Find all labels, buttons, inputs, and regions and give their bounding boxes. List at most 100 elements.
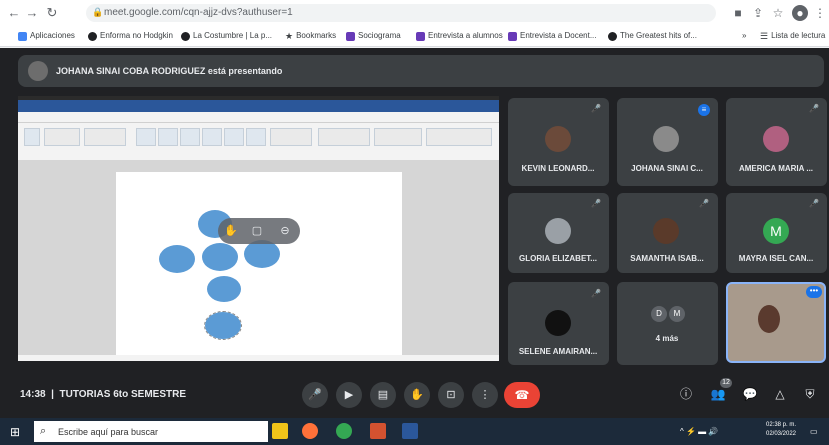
- reload-icon[interactable]: ↻: [44, 5, 60, 21]
- leave-call-button[interactable]: ☎: [504, 382, 540, 408]
- ellipse-shape: [244, 240, 280, 268]
- presenting-text: JOHANA SINAI COBA RODRIGUEZ está present…: [56, 66, 283, 76]
- host-controls-icon[interactable]: ⛨: [800, 384, 820, 404]
- ellipse-shape: [207, 276, 241, 302]
- presenter-avatar: [28, 61, 48, 81]
- participant-count-badge: 12: [720, 378, 732, 388]
- ribbon-tool: [318, 128, 370, 146]
- bookmark-apps[interactable]: Aplicaciones: [18, 29, 75, 43]
- raise-hand-button[interactable]: ✋: [404, 382, 430, 408]
- globe-icon: [608, 31, 617, 41]
- ellipse-shape-selected: [204, 311, 242, 340]
- participant-name: MAYRA ISEL CAN...: [738, 254, 814, 263]
- word-status-bar: [18, 355, 499, 361]
- shape-style: [180, 128, 200, 146]
- bookmark-item[interactable]: ★ Bookmarks: [285, 29, 336, 43]
- globe-icon: [88, 31, 97, 41]
- mic-off-icon: 🎤: [591, 104, 601, 113]
- file-explorer-icon[interactable]: [272, 423, 288, 439]
- ribbon-tool: [270, 128, 312, 146]
- participant-avatar: [545, 218, 571, 244]
- microphone-button[interactable]: 🎤: [302, 382, 328, 408]
- activities-icon[interactable]: △: [770, 384, 790, 404]
- info-icon[interactable]: ⓘ: [676, 384, 696, 404]
- more-participants-tile[interactable]: [617, 282, 718, 365]
- participant-name: SAMANTHA ISAB...: [630, 254, 704, 263]
- more-options-button[interactable]: ⋮: [472, 382, 498, 408]
- ribbon-tool: [24, 128, 40, 146]
- form-icon: [508, 31, 517, 41]
- self-avatar: [758, 305, 780, 333]
- participant-name: AMERICA MARIA ...: [738, 164, 814, 173]
- mic-off-icon: 🎤: [591, 199, 601, 208]
- system-tray-icons[interactable]: ^ ⚡ ▬ 🔊: [680, 426, 718, 438]
- chrome-icon[interactable]: [336, 423, 352, 439]
- back-icon[interactable]: ←: [6, 5, 22, 21]
- star-icon[interactable]: ☆: [770, 5, 786, 21]
- participant-name: JOHANA SINAI C...: [631, 164, 703, 173]
- more-menu-icon[interactable]: ⋮: [812, 5, 828, 21]
- mic-off-icon: 🎤: [809, 199, 819, 208]
- more-participants-label: 4 más: [655, 334, 679, 343]
- list-icon: ☰: [760, 31, 769, 41]
- windows-start-icon[interactable]: ⊞: [10, 425, 24, 439]
- word-ribbon-tabs: [18, 112, 499, 123]
- powerpoint-icon[interactable]: [370, 423, 386, 439]
- present-button[interactable]: ⊡: [438, 382, 464, 408]
- chevron-icon[interactable]: »: [742, 29, 746, 43]
- shape-style: [246, 128, 266, 146]
- globe-icon: [181, 31, 190, 41]
- participant-name: GLORIA ELIZABET...: [519, 254, 597, 263]
- share-icon[interactable]: ⇪: [750, 5, 766, 21]
- more-options-icon[interactable]: •••: [806, 286, 822, 298]
- pin-icon[interactable]: ✋: [222, 222, 240, 240]
- mic-off-icon: 🎤: [809, 104, 819, 113]
- captions-button[interactable]: ▤: [370, 382, 396, 408]
- reading-list[interactable]: ☰ Lista de lectura: [760, 29, 825, 43]
- forward-icon[interactable]: →: [24, 5, 40, 21]
- form-icon: [346, 31, 355, 41]
- bookmark-item[interactable]: La Costumbre | La p...: [181, 29, 272, 43]
- bookmark-item[interactable]: Entrevista a Docent...: [508, 29, 596, 43]
- participant-avatar: [545, 310, 571, 336]
- firefox-icon[interactable]: [302, 423, 318, 439]
- participant-avatar: [763, 126, 789, 152]
- participant-name: KEVIN LEONARD...: [521, 164, 595, 173]
- camera-button[interactable]: ▶: [336, 382, 362, 408]
- search-placeholder: Escribe aquí para buscar: [58, 427, 159, 437]
- participant-avatar: [545, 126, 571, 152]
- ribbon-tool: [84, 128, 126, 146]
- speaking-icon: ≡: [698, 104, 710, 116]
- remove-icon[interactable]: ⊖: [276, 222, 294, 240]
- bookmark-item[interactable]: The Greatest hits of...: [608, 29, 697, 43]
- participant-initial-avatar: M: [669, 306, 685, 322]
- star-icon: ★: [285, 31, 294, 41]
- chat-icon[interactable]: 💬: [740, 384, 760, 404]
- mute-icon[interactable]: ▢: [248, 222, 266, 240]
- lock-icon[interactable]: 🔒: [92, 7, 103, 18]
- search-icon: ⌕: [40, 425, 47, 437]
- shape-style: [224, 128, 244, 146]
- ellipse-shape: [202, 243, 238, 271]
- word-title-bar: [18, 100, 499, 112]
- bookmark-item[interactable]: Sociograma: [346, 29, 401, 43]
- participant-name: SELENE AMAIRAN...: [518, 347, 598, 356]
- participant-avatar: [653, 126, 679, 152]
- participant-avatar: [653, 218, 679, 244]
- mic-off-icon: 🎤: [699, 199, 709, 208]
- word-icon[interactable]: [402, 423, 418, 439]
- camera-icon[interactable]: ■: [730, 5, 746, 21]
- bookmark-item[interactable]: Entrevista a alumnos: [416, 29, 503, 43]
- bookmark-item[interactable]: Enforma no Hodgkin: [88, 29, 173, 43]
- form-icon: [416, 31, 425, 41]
- ribbon-tool: [44, 128, 80, 146]
- apps-icon: [18, 31, 27, 41]
- ribbon-tool: [374, 128, 422, 146]
- ellipse-shape: [159, 245, 195, 273]
- shape-style: [136, 128, 156, 146]
- ribbon-tool: [426, 128, 492, 146]
- profile-avatar[interactable]: ●: [792, 5, 808, 21]
- participant-initial-avatar: D: [651, 306, 667, 322]
- taskbar-clock[interactable]: 02:38 p. m. 02/03/2022: [756, 421, 806, 439]
- notifications-icon[interactable]: ▭: [810, 426, 818, 438]
